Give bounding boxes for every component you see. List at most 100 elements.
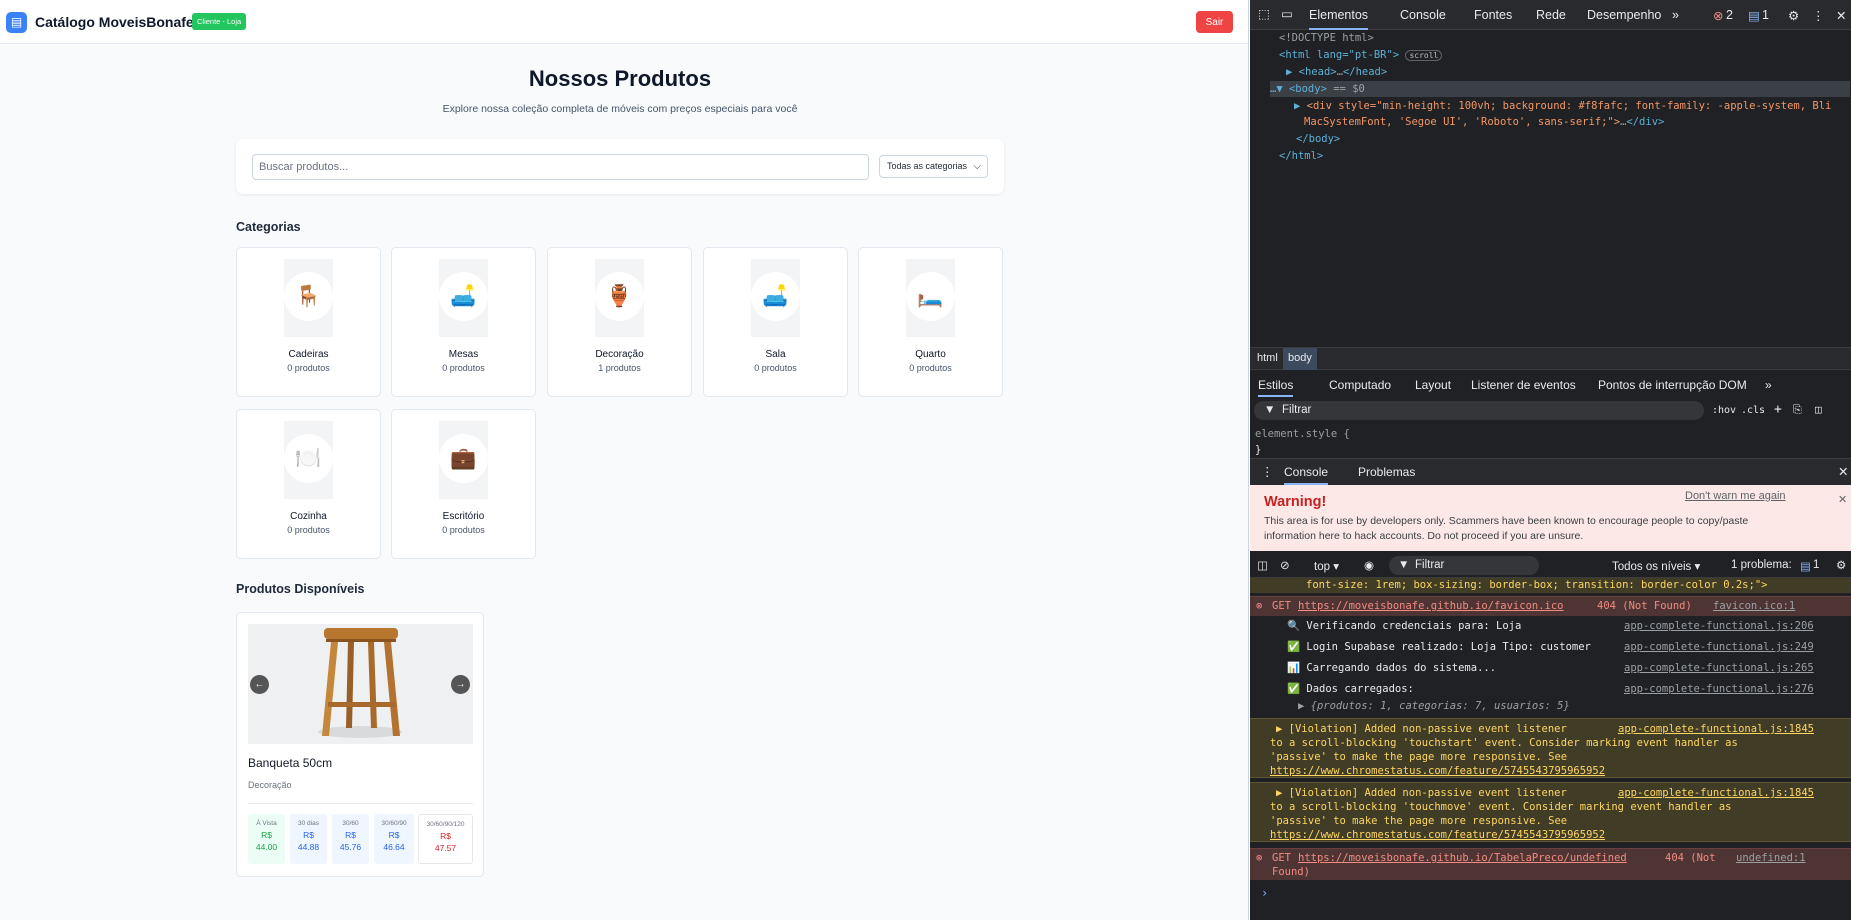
inspect-icon[interactable]: ⬚ xyxy=(1258,6,1270,21)
console-error-row[interactable]: ⊗ GET https://moveisbonafe.github.io/Tab… xyxy=(1250,848,1851,880)
console-prompt[interactable]: › xyxy=(1261,886,1268,900)
tab-breakpoints[interactable]: Pontos de interrupção DOM xyxy=(1598,378,1747,392)
tab-desempenho[interactable]: Desempenho xyxy=(1587,8,1661,22)
violation-source[interactable]: app-complete-functional.js:1845 xyxy=(1618,722,1814,736)
console-object[interactable]: ▶ {produtos: 1, categorias: 7, usuarios:… xyxy=(1298,699,1570,713)
problems-label[interactable]: 1 problema: xyxy=(1731,559,1792,571)
category-card-sala[interactable]: 🛋️ Sala 0 produtos xyxy=(703,247,848,397)
more-tabs-icon[interactable]: » xyxy=(1672,8,1679,22)
gear-icon[interactable]: ⚙ xyxy=(1836,558,1846,572)
tab-computado[interactable]: Computado xyxy=(1329,378,1391,392)
violation-link[interactable]: https://www.chromestatus.com/feature/574… xyxy=(1270,828,1605,842)
console-prev-line: font-size: 1rem; box-sizing: border-box;… xyxy=(1250,578,1851,593)
eye-icon[interactable]: ◉ xyxy=(1364,558,1374,572)
price-box-selected: 30/60/90/120 R$ 47.57 xyxy=(418,814,473,864)
gear-icon[interactable]: ⚙ xyxy=(1788,8,1799,23)
console-log-source[interactable]: app-complete-functional.js:265 xyxy=(1624,661,1814,675)
console-log-source[interactable]: app-complete-functional.js:249 xyxy=(1624,640,1814,654)
dom-head[interactable]: ▶ <head>…</head> xyxy=(1286,64,1387,80)
category-name: Cozinha xyxy=(290,511,327,522)
context-select[interactable]: top ▾ xyxy=(1314,559,1339,573)
drawer-tab-console[interactable]: Console xyxy=(1284,465,1329,485)
tab-listener[interactable]: Listener de eventos xyxy=(1471,378,1576,392)
console-log-source[interactable]: app-complete-functional.js:276 xyxy=(1624,682,1814,696)
violation-source[interactable]: app-complete-functional.js:1845 xyxy=(1618,786,1814,800)
dom-body-selected[interactable]: …▼ <body> == $0 xyxy=(1270,81,1850,97)
dom-div-line2[interactable]: MacSystemFont, 'Segoe UI', 'Roboto', san… xyxy=(1304,114,1664,130)
console-log: 📊 Carregando dados do sistema... xyxy=(1287,662,1497,674)
product-card[interactable]: ← → Banqueta 50cm Decoração À Vista R$ 4… xyxy=(236,612,484,877)
dom-body-close[interactable]: </body> xyxy=(1296,131,1340,147)
scroll-badge[interactable]: scroll xyxy=(1405,50,1443,61)
error-url[interactable]: https://moveisbonafe.github.io/TabelaPre… xyxy=(1298,851,1627,865)
drawer-toolbar: ⋮ Console Problemas ✕ xyxy=(1250,458,1851,485)
dom-doctype[interactable]: <!DOCTYPE html> xyxy=(1279,30,1374,46)
category-count: 0 produtos xyxy=(442,525,485,535)
dont-warn-link[interactable]: Don't warn me again xyxy=(1685,490,1786,502)
next-image-button[interactable]: → xyxy=(451,675,470,694)
console-log-source[interactable]: app-complete-functional.js:206 xyxy=(1624,619,1814,633)
sidebar-toggle-icon[interactable]: ◫ xyxy=(1257,558,1268,572)
console-violation[interactable]: ▶ [Violation] Added non-passive event li… xyxy=(1250,718,1851,778)
tab-rede[interactable]: Rede xyxy=(1536,8,1566,22)
drawer-menu-icon[interactable]: ⋮ xyxy=(1261,464,1274,479)
tab-elementos[interactable]: Elementos xyxy=(1309,8,1369,30)
search-input[interactable] xyxy=(252,154,869,180)
more-tabs-icon[interactable]: » xyxy=(1765,378,1772,392)
tab-fontes[interactable]: Fontes xyxy=(1474,8,1512,22)
console-filter-input[interactable]: ▼ Filtrar xyxy=(1389,556,1539,575)
console-filter-label: Filtrar xyxy=(1415,559,1445,571)
paint-icon[interactable]: ⎘ xyxy=(1793,402,1802,418)
category-card-cadeiras[interactable]: 🪑 Cadeiras 0 produtos xyxy=(236,247,381,397)
issues-icon[interactable]: ▤ xyxy=(1748,8,1760,23)
levels-select[interactable]: Todos os níveis ▾ xyxy=(1612,559,1700,573)
console-warning-banner: Warning! Don't warn me again ✕ This area… xyxy=(1250,485,1851,551)
close-icon[interactable]: ✕ xyxy=(1836,8,1846,23)
breadcrumb-html[interactable]: html xyxy=(1257,352,1278,364)
more-options-icon[interactable]: ⋮ xyxy=(1812,8,1825,23)
category-card-quarto[interactable]: 🛏️ Quarto 0 produtos xyxy=(858,247,1003,397)
product-image: ← → xyxy=(248,624,473,744)
error-source[interactable]: undefined:1 xyxy=(1736,851,1806,865)
error-count[interactable]: 2 xyxy=(1726,8,1733,22)
console-error-row[interactable]: ⊗ GET https://moveisbonafe.github.io/fav… xyxy=(1250,596,1851,616)
add-rule-icon[interactable]: + xyxy=(1774,402,1782,418)
cls-toggle[interactable]: .cls xyxy=(1741,403,1765,419)
issues-count[interactable]: 1 xyxy=(1762,8,1769,22)
error-icon[interactable]: ⊗ xyxy=(1713,8,1723,23)
styles-filter-input[interactable]: ▼ Filtrar xyxy=(1254,401,1704,420)
dom-div-line1[interactable]: ▶ <div style="min-height: 100vh; backgro… xyxy=(1294,98,1831,114)
category-count: 0 produtos xyxy=(287,363,330,373)
logout-button[interactable]: Sair xyxy=(1196,11,1233,33)
tab-estilos[interactable]: Estilos xyxy=(1258,378,1294,397)
error-icon: ⊗ xyxy=(1256,852,1263,864)
console-violation[interactable]: ▶ [Violation] Added non-passive event li… xyxy=(1250,782,1851,842)
breadcrumb-body[interactable]: body xyxy=(1283,348,1317,370)
violation-link[interactable]: https://www.chromestatus.com/feature/574… xyxy=(1270,764,1605,778)
sofa-lamp-icon: 🛋️ xyxy=(439,272,488,321)
tab-layout[interactable]: Layout xyxy=(1415,378,1451,392)
category-card-mesas[interactable]: 🛋️ Mesas 0 produtos xyxy=(391,247,536,397)
dom-html-open[interactable]: <html lang="pt-BR"> scroll xyxy=(1279,47,1443,64)
device-toggle-icon[interactable]: ▭ xyxy=(1281,6,1293,21)
products-heading: Produtos Disponíveis xyxy=(236,582,365,596)
drawer-close-icon[interactable]: ✕ xyxy=(1838,464,1848,479)
hov-toggle[interactable]: :hov xyxy=(1712,403,1736,419)
error-source[interactable]: favicon.ico:1 xyxy=(1713,599,1795,613)
dom-html-close[interactable]: </html> xyxy=(1279,148,1323,164)
error-method: GET xyxy=(1272,600,1291,612)
category-card-escritorio[interactable]: 💼 Escritório 0 produtos xyxy=(391,409,536,559)
category-card-cozinha[interactable]: 🍽️ Cozinha 0 produtos xyxy=(236,409,381,559)
category-card-decoracao[interactable]: 🏺 Decoração 1 produtos xyxy=(547,247,692,397)
drawer-tab-problemas[interactable]: Problemas xyxy=(1358,465,1415,479)
warning-close-icon[interactable]: ✕ xyxy=(1838,493,1847,506)
violation-text: 'passive' to make the page more responsi… xyxy=(1270,815,1568,827)
error-url[interactable]: https://moveisbonafe.github.io/favicon.i… xyxy=(1298,599,1564,613)
sidebar-toggle-icon[interactable]: ◫ xyxy=(1815,402,1822,418)
category-select[interactable]: Todas as categorias ⌵ xyxy=(879,155,988,178)
bed-icon: 🛏️ xyxy=(906,272,955,321)
element-style-rule[interactable]: element.style { xyxy=(1255,426,1350,442)
tab-console[interactable]: Console xyxy=(1400,8,1446,22)
prev-image-button[interactable]: ← xyxy=(250,675,269,694)
clear-console-icon[interactable]: ⊘ xyxy=(1280,558,1290,572)
